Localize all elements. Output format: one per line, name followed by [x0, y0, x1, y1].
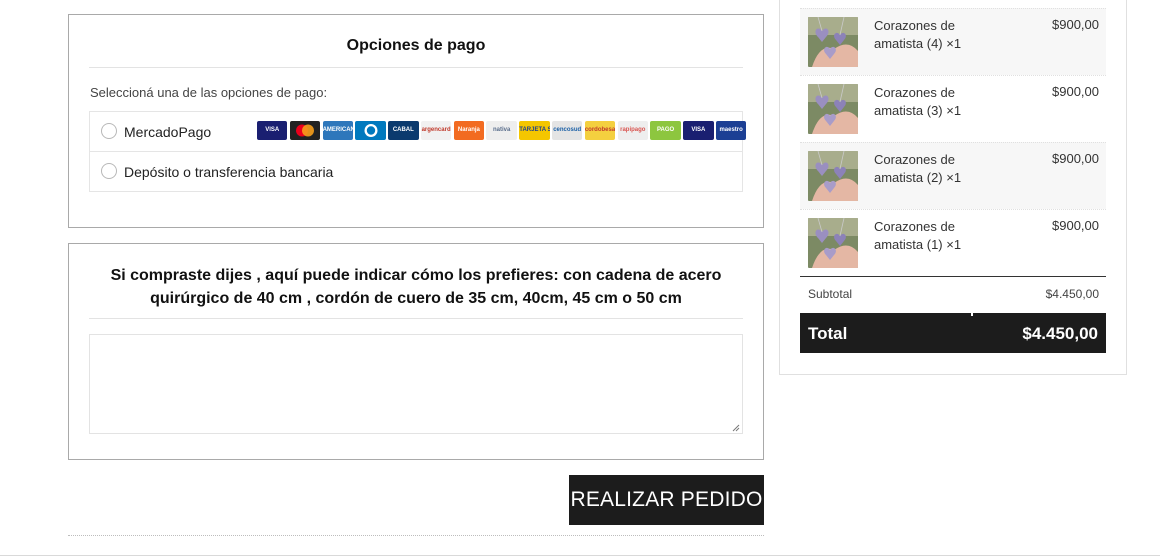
- divider: [89, 67, 743, 68]
- nativa-logo: nativa: [486, 121, 517, 140]
- naranja-logo: Naranja: [453, 121, 485, 140]
- total-value: $4.450,00: [1022, 324, 1098, 343]
- order-item-name: Corazones de amatista (2) ×1: [874, 152, 962, 185]
- divider: [89, 318, 743, 319]
- product-thumbnail: [808, 218, 858, 268]
- page-divider: [0, 555, 1160, 556]
- visa-debit-logo: VISA: [683, 121, 714, 140]
- order-item-name: Corazones de amatista (4) ×1: [874, 18, 962, 51]
- dotted-divider: [68, 535, 764, 536]
- order-item-price: $900,00: [1052, 151, 1099, 166]
- order-summary-panel: Corazones de amatista (4) ×1 $900,00 Coraz…: [779, 0, 1127, 375]
- order-item-price: $900,00: [1052, 17, 1099, 32]
- product-thumbnail: [808, 17, 858, 67]
- order-item-name: Corazones de amatista (1) ×1: [874, 219, 962, 252]
- place-order-button[interactable]: REALIZAR PEDIDO: [569, 475, 764, 525]
- product-thumbnail: [808, 84, 858, 134]
- payment-method-mercadopago[interactable]: MercadoPago VISA AMERICAN EXPRESS CABALarg…: [90, 112, 747, 152]
- mastercard-logo: [289, 121, 321, 140]
- order-item-name: Corazones de amatista (3) ×1: [874, 85, 962, 118]
- cabal-logo: CABAL: [388, 121, 419, 140]
- order-item-quantity: ×1: [946, 237, 962, 252]
- maestro-logo: maestro: [715, 121, 747, 140]
- total-label: Total: [808, 324, 848, 343]
- mercadopago-radio[interactable]: [101, 123, 117, 139]
- payment-method-bank-transfer[interactable]: Depósito o transferencia bancaria: [90, 152, 742, 192]
- order-item-row: Corazones de amatista (2) ×1 $900,00: [800, 142, 1106, 209]
- argencard-logo: argencard: [420, 121, 452, 140]
- order-item-price: $900,00: [1052, 218, 1099, 233]
- cencosud-logo: cencosud: [552, 121, 583, 140]
- rapipago-logo: rapipago: [617, 121, 648, 140]
- subtotal-label: Subtotal: [808, 287, 853, 301]
- order-item-row: Corazones de amatista (4) ×1 $900,00: [800, 8, 1106, 75]
- product-thumbnail: [808, 151, 858, 201]
- payment-methods-list: MercadoPago VISA AMERICAN EXPRESS CABALarg…: [89, 111, 747, 192]
- cordobesa-logo: cordobesa: [584, 121, 616, 140]
- pagofacil-logo: PAGO: [650, 121, 681, 140]
- payment-method-label: MercadoPago: [124, 124, 212, 140]
- order-notes-panel: Si compraste dijes , aquí puede indicar …: [68, 243, 764, 460]
- order-item-quantity: ×1: [946, 36, 962, 51]
- payment-method-label: Depósito o transferencia bancaria: [124, 164, 334, 180]
- american-express-logo: AMERICAN EXPRESS: [322, 121, 353, 140]
- diners-club-logo: [355, 121, 386, 140]
- resize-handle-icon[interactable]: [732, 424, 740, 432]
- payment-options-panel: Opciones de pago Seleccioná una de las o…: [68, 14, 764, 228]
- bank-transfer-radio[interactable]: [101, 163, 117, 179]
- subtotal-value: $4.450,00: [1045, 287, 1099, 301]
- order-item-row: Corazones de amatista (3) ×1 $900,00: [800, 75, 1106, 142]
- payment-options-title: Opciones de pago: [346, 37, 486, 54]
- order-item-row: Corazones de amatista (1) ×1 $900,00: [800, 209, 1106, 276]
- order-notes-textarea[interactable]: [89, 334, 743, 434]
- subtotal-row: Subtotal $4.450,00: [800, 277, 1106, 311]
- order-item-quantity: ×1: [946, 103, 962, 118]
- order-notes-title: Si compraste dijes , aquí puede indicar …: [110, 267, 722, 307]
- payment-instruction: Seleccioná una de las opciones de pago:: [90, 85, 328, 100]
- tarjeta-shopping-logo: TARJETA SHOPPING: [519, 121, 550, 140]
- total-row: Total $4.450,00: [800, 313, 1106, 353]
- visa-logo: VISA: [257, 121, 288, 140]
- order-item-quantity: ×1: [946, 170, 962, 185]
- order-item-price: $900,00: [1052, 84, 1099, 99]
- card-logos: VISA AMERICAN EXPRESS CABALargencardNaranj…: [257, 121, 747, 140]
